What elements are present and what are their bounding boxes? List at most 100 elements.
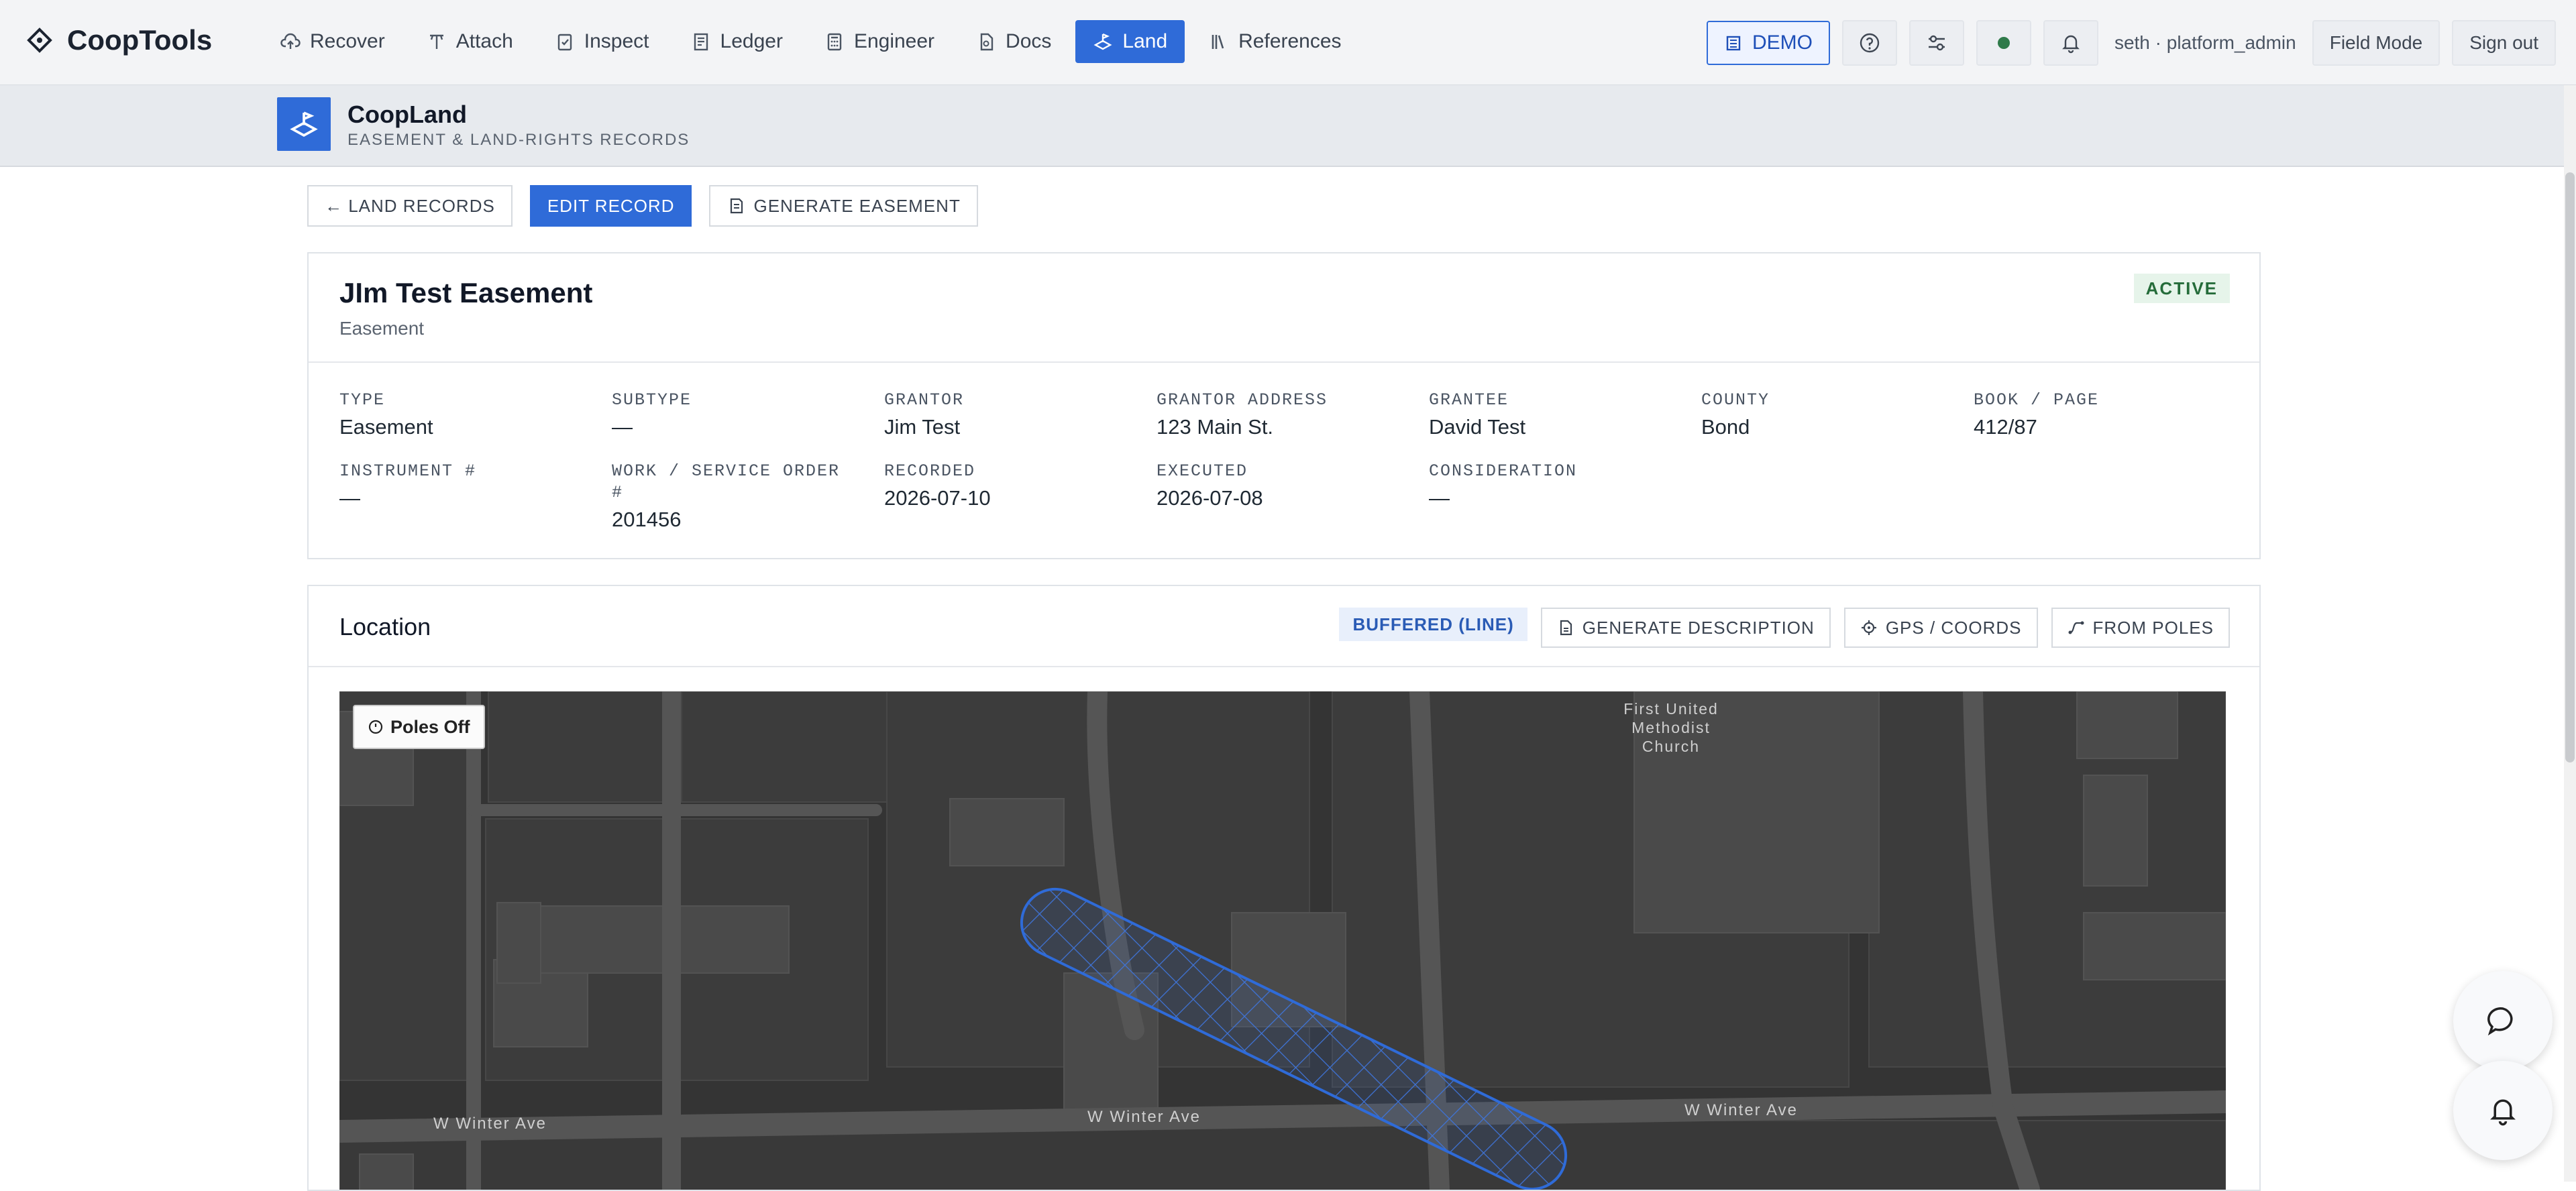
- field-label: TYPE: [339, 390, 386, 410]
- field-value: Jim Test: [884, 415, 961, 439]
- location-tools: BUFFERED (LINE) GENERATE DESCRIPTION GPS…: [1339, 608, 2230, 648]
- poi-label: Church: [1642, 738, 1700, 755]
- field-value: 2026-07-10: [884, 486, 991, 510]
- document-icon: [1560, 620, 1572, 636]
- nav-item-attach[interactable]: Attach: [409, 20, 531, 63]
- back-to-land-records-button[interactable]: ← LAND RECORDS: [307, 185, 513, 227]
- map-view[interactable]: W Winter Ave W Winter Ave W Winter Ave F…: [339, 691, 2226, 1190]
- generate-easement-button[interactable]: GENERATE EASEMENT: [709, 185, 978, 227]
- top-nav-bar: CoopTools Recover Attach Inspect Ledger …: [0, 0, 2576, 86]
- nav-label: References: [1238, 30, 1342, 52]
- brand-diamond-icon: [27, 27, 52, 53]
- location-card: Location BUFFERED (LINE) GENERATE DESCRI…: [307, 585, 2261, 1191]
- field-label: GRANTOR ADDRESS: [1157, 390, 1328, 410]
- wrench-icon: [429, 34, 443, 49]
- poles-toggle-label: Poles Off: [390, 716, 470, 737]
- edit-record-button[interactable]: EDIT RECORD: [529, 185, 692, 227]
- poles-toggle-button[interactable]: Poles Off: [353, 705, 485, 749]
- field-type: TYPE Easement: [339, 390, 594, 439]
- field-label: COUNTY: [1701, 390, 1770, 410]
- field-value: 2026-07-08: [1157, 486, 1263, 510]
- generate-description-button[interactable]: GENERATE DESCRIPTION: [1540, 608, 1831, 648]
- from-poles-label: FROM POLES: [2092, 617, 2214, 638]
- brand[interactable]: CoopTools: [27, 24, 212, 56]
- field-mode-button[interactable]: Field Mode: [2312, 20, 2440, 66]
- field-label: SUBTYPE: [612, 390, 692, 410]
- nav-label: Engineer: [853, 30, 935, 52]
- field-value: 123 Main St.: [1157, 415, 1274, 439]
- nav-item-land[interactable]: Land: [1075, 20, 1185, 63]
- status-badge: ACTIVE: [2133, 274, 2230, 303]
- field-label: GRANTEE: [1429, 390, 1509, 410]
- user-label: seth · platform_admin: [2114, 32, 2296, 53]
- generate-easement-label: GENERATE EASEMENT: [753, 195, 961, 216]
- nav-item-references[interactable]: References: [1191, 20, 1358, 63]
- field-grantor-address: GRANTOR ADDRESS 123 Main St.: [1157, 390, 1411, 439]
- chat-button[interactable]: [2453, 971, 2553, 1070]
- field-label: RECORDED: [884, 461, 976, 481]
- nav-label: Attach: [455, 30, 513, 52]
- record-actions: ← LAND RECORDS EDIT RECORD GENERATE EASE…: [307, 185, 978, 227]
- poi-label: Methodist: [1631, 719, 1711, 736]
- sign-out-button[interactable]: Sign out: [2452, 20, 2556, 66]
- field-book-page: BOOK / PAGE 412/87: [1974, 390, 2229, 439]
- page-scrollbar[interactable]: [2564, 85, 2576, 1182]
- geometry-type-badge: BUFFERED (LINE): [1339, 608, 1527, 641]
- books-icon: [1212, 35, 1224, 49]
- header-tools: DEMO seth · platform_admin Field Mode Si…: [1706, 20, 2556, 66]
- nav-item-recover[interactable]: Recover: [263, 20, 402, 63]
- field-value: 201456: [612, 508, 682, 531]
- field-work-service-order: WORK / SERVICE ORDER # 201456: [612, 461, 860, 532]
- field-value: —: [612, 415, 633, 439]
- app-subtitle: EASEMENT & LAND-RIGHTS RECORDS: [347, 131, 690, 149]
- clipboard-icon: [557, 34, 572, 51]
- settings-button[interactable]: [1909, 20, 1964, 66]
- gps-coords-label: GPS / COORDS: [1885, 617, 2022, 638]
- field-county: COUNTY Bond: [1701, 390, 1956, 439]
- notifications-button[interactable]: [2043, 20, 2098, 66]
- sliders-icon: [1928, 35, 1945, 51]
- field-label: WORK / SERVICE ORDER #: [612, 461, 841, 502]
- nav-item-engineer[interactable]: Engineer: [807, 20, 952, 63]
- nav-label: Recover: [310, 30, 385, 52]
- field-label: BOOK / PAGE: [1974, 390, 2100, 410]
- circle-dot-icon: [368, 720, 383, 734]
- bell-icon: [2062, 35, 2080, 54]
- calculator-icon: [827, 33, 842, 51]
- scroll-thumb[interactable]: [2565, 172, 2575, 762]
- field-value: Easement: [339, 415, 433, 439]
- crosshair-icon: [1861, 620, 1876, 635]
- field-recorded: RECORDED 2026-07-10: [884, 461, 1139, 510]
- demo-label: DEMO: [1752, 32, 1813, 54]
- nav-item-ledger[interactable]: Ledger: [674, 20, 800, 63]
- alerts-button[interactable]: [2453, 1061, 2553, 1160]
- field-label: CONSIDERATION: [1429, 461, 1578, 481]
- street-label: W Winter Ave: [1087, 1108, 1201, 1126]
- nav-item-docs[interactable]: Docs: [959, 20, 1069, 63]
- from-poles-button[interactable]: FROM POLES: [2051, 608, 2230, 648]
- field-label: GRANTOR: [884, 390, 965, 410]
- cloud-upload-icon: [280, 33, 301, 49]
- route-icon: [2068, 621, 2084, 634]
- field-consideration: CONSIDERATION —: [1429, 461, 1684, 510]
- field-value: —: [1429, 486, 1450, 510]
- field-label: INSTRUMENT #: [339, 461, 477, 481]
- chat-bubble-icon: [2487, 1007, 2513, 1036]
- nav-label: Ledger: [720, 30, 783, 52]
- field-label: EXECUTED: [1157, 461, 1248, 481]
- gps-coords-button[interactable]: GPS / COORDS: [1843, 608, 2038, 648]
- building-icon: [1726, 36, 1741, 51]
- nav-label: Land: [1122, 30, 1168, 52]
- street-label: W Winter Ave: [1684, 1101, 1798, 1119]
- status-button[interactable]: [1976, 20, 2031, 66]
- field-value: Bond: [1701, 415, 1750, 439]
- map-canvas[interactable]: W Winter Ave W Winter Ave W Winter Ave F…: [339, 691, 2226, 1190]
- field-instrument-number: INSTRUMENT # —: [339, 461, 594, 510]
- nav-item-inspect[interactable]: Inspect: [537, 20, 667, 63]
- demo-button[interactable]: DEMO: [1706, 21, 1830, 65]
- brand-name: CoopTools: [67, 24, 213, 56]
- field-subtype: SUBTYPE —: [612, 390, 867, 439]
- document-stack-icon: [731, 198, 743, 214]
- poi-label: First United: [1623, 700, 1719, 718]
- help-button[interactable]: [1841, 20, 1897, 66]
